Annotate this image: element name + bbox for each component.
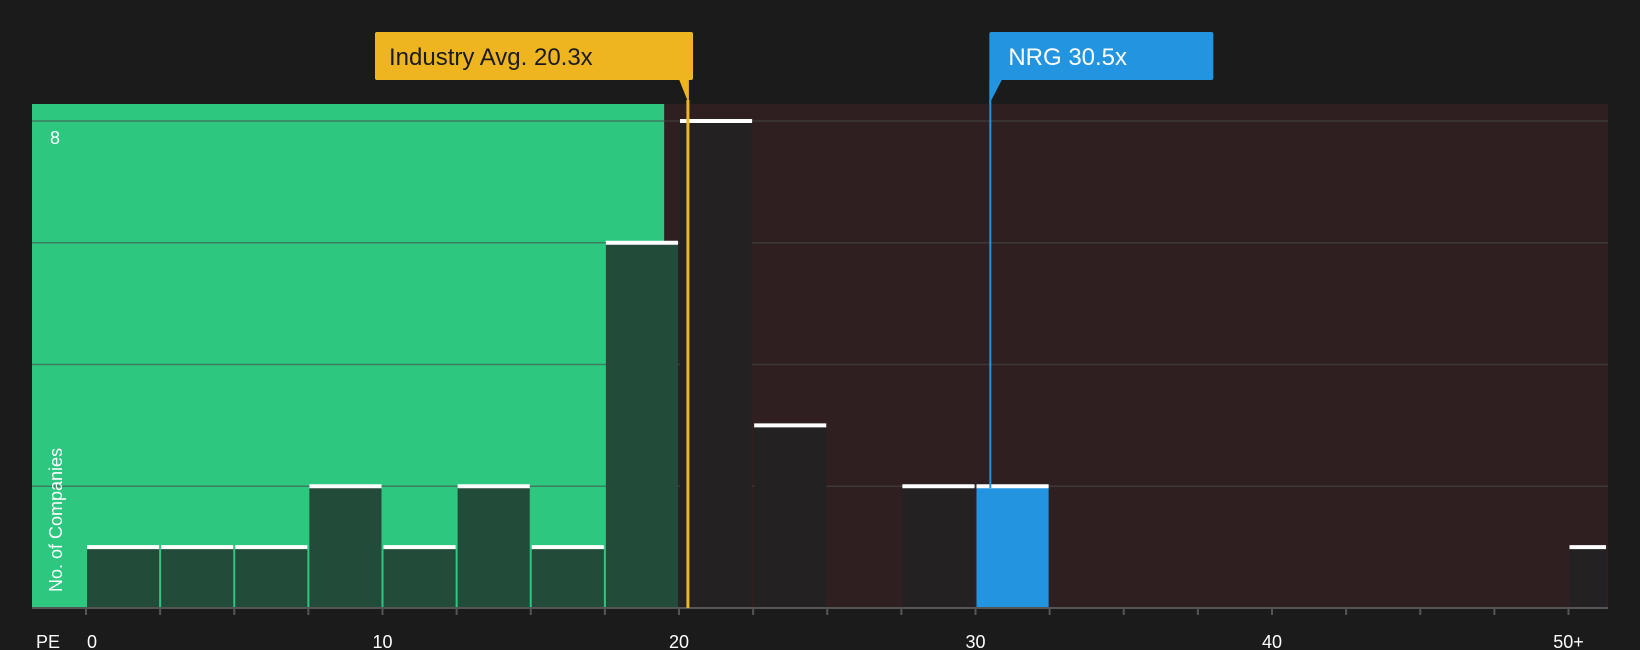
industry-average-label: Industry Avg. 20.3x [389,44,593,71]
bar-cap [531,545,604,550]
histogram-bar [531,547,604,608]
histogram-bar [976,486,1049,608]
histogram-bar [87,547,160,608]
histogram-bar [680,121,753,608]
histogram-bar [457,486,530,608]
x-tick-label: 10 [372,632,392,650]
histogram-bar [902,486,975,608]
histogram-bar [1569,547,1607,608]
x-tick-label: 0 [87,632,97,650]
bar-cap [754,423,827,428]
histogram-bar [161,547,234,608]
x-tick-label: 20 [669,632,689,650]
bar-cap [976,484,1049,489]
x-tick-label: 30 [965,632,985,650]
histogram-bar [309,486,382,608]
bar-cap [309,484,382,489]
x-tick-label: 40 [1262,632,1282,650]
bar-cap [605,240,678,245]
bar-cap [161,545,234,550]
pe-distribution-chart: 0 10 20 30 40 50+ 8 No. of Companies PE Indus… [0,0,1640,650]
bar-cap [457,484,530,489]
bar-cap [383,545,456,550]
y-tick-label-8: 8 [50,128,60,148]
x-tick-label: 50+ [1553,632,1584,650]
histogram-bar [383,547,456,608]
histogram-bar [235,547,308,608]
bar-cap [235,545,308,550]
company-pe-label: NRG 30.5x [1008,44,1127,71]
bar-cap [87,545,160,550]
bar-cap [902,484,975,489]
histogram-bar [754,425,827,608]
y-axis-label: No. of Companies [46,448,66,592]
histogram-bar [605,242,678,608]
x-axis-label: PE [36,632,60,650]
bar-cap [1569,545,1607,550]
bar-cap [680,119,753,123]
